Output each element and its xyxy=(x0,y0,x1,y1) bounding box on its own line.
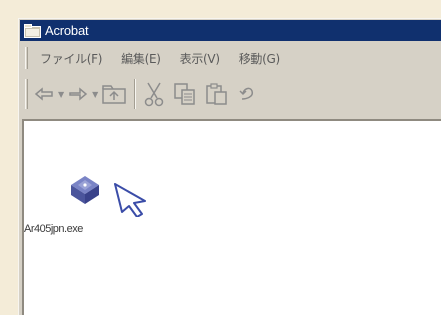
forward-dropdown-icon[interactable]: ▼ xyxy=(92,90,98,99)
back-icon xyxy=(34,87,53,101)
forward-icon xyxy=(69,87,88,101)
folder-window-icon xyxy=(24,23,41,38)
window-title: Acrobat xyxy=(45,23,89,38)
copy-icon xyxy=(174,83,196,105)
copy-button[interactable] xyxy=(174,79,196,109)
undo-icon xyxy=(239,87,254,100)
explorer-window: Acrobat ファイル(F) 編集(E) 表示(V) 移動(G) ▼ ▼ Ar… xyxy=(18,18,441,315)
undo-button[interactable] xyxy=(238,79,258,109)
menu-bar-grip[interactable] xyxy=(25,47,28,69)
menu-view[interactable]: 表示(V) xyxy=(180,50,220,67)
up-folder-button[interactable] xyxy=(102,79,127,109)
toolbar-grip[interactable] xyxy=(25,79,28,109)
menu-edit[interactable]: 編集(E) xyxy=(121,50,161,67)
mouse-pointer-icon xyxy=(114,183,146,217)
forward-button[interactable] xyxy=(68,79,88,109)
cut-button[interactable] xyxy=(144,79,164,109)
up-folder-icon xyxy=(102,85,127,104)
cut-icon xyxy=(145,82,164,107)
installer-exe-icon xyxy=(71,176,99,204)
file-list-pane[interactable]: Ar405jpn.exe xyxy=(22,119,441,315)
paste-icon xyxy=(206,83,228,105)
menu-file[interactable]: ファイル(F) xyxy=(40,50,102,67)
toolbar-separator xyxy=(134,79,137,109)
paste-button[interactable] xyxy=(206,79,228,109)
title-bar[interactable]: Acrobat xyxy=(20,20,441,41)
menu-bar: ファイル(F) 編集(E) 表示(V) 移動(G) xyxy=(20,46,441,70)
back-button[interactable] xyxy=(34,79,54,109)
toolbar: ▼ ▼ xyxy=(20,74,441,114)
file-item[interactable]: Ar405jpn.exe xyxy=(24,127,146,235)
back-dropdown-icon[interactable]: ▼ xyxy=(58,90,64,99)
file-name: Ar405jpn.exe xyxy=(24,223,83,235)
menu-go[interactable]: 移動(G) xyxy=(239,50,280,67)
